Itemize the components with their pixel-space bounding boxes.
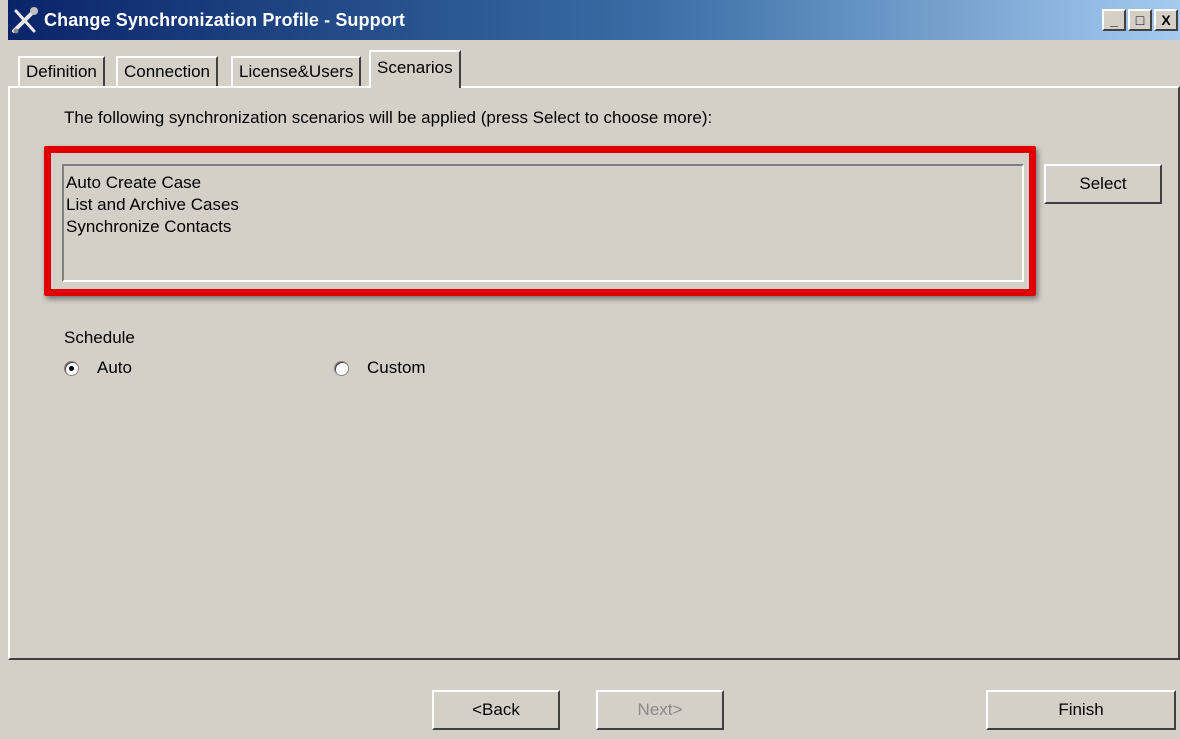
radio-selected-icon [64,360,79,376]
tab-license-users[interactable]: License&Users [231,56,362,86]
list-item[interactable]: Auto Create Case [66,172,1020,194]
radio-auto-label: Auto [97,358,132,377]
back-button[interactable]: <Back [432,690,560,730]
list-item[interactable]: Synchronize Contacts [66,216,1020,238]
radio-custom-label: Custom [367,358,426,377]
radio-unselected-icon [334,360,349,376]
scenarios-intro-text: The following synchronization scenarios … [64,108,713,127]
window-title: Change Synchronization Profile - Support [44,9,406,30]
radio-auto[interactable]: Auto [64,358,132,378]
radio-dot-icon [69,365,74,371]
tab-definition[interactable]: Definition [18,56,105,86]
close-icon: X [1161,12,1171,28]
maximize-button[interactable]: □ [1128,9,1152,31]
close-button[interactable]: X [1154,9,1178,31]
tab-connection[interactable]: Connection [116,56,219,86]
minimize-icon: _ [1110,12,1118,28]
window-controls: _ □ X [1100,9,1178,31]
select-button[interactable]: Select [1044,164,1162,204]
tools-icon [12,7,38,34]
finish-button[interactable]: Finish [986,690,1176,730]
next-button[interactable]: Next> [596,690,724,730]
tab-scenarios[interactable]: Scenarios [369,50,461,88]
minimize-button[interactable]: _ [1102,9,1126,31]
radio-custom[interactable]: Custom [334,358,426,378]
scenarios-listbox[interactable]: Auto Create Case List and Archive Cases … [62,164,1024,282]
title-bar[interactable]: Change Synchronization Profile - Support… [8,0,1180,40]
list-item[interactable]: List and Archive Cases [66,194,1020,216]
maximize-icon: □ [1135,12,1145,28]
schedule-label: Schedule [64,328,135,347]
